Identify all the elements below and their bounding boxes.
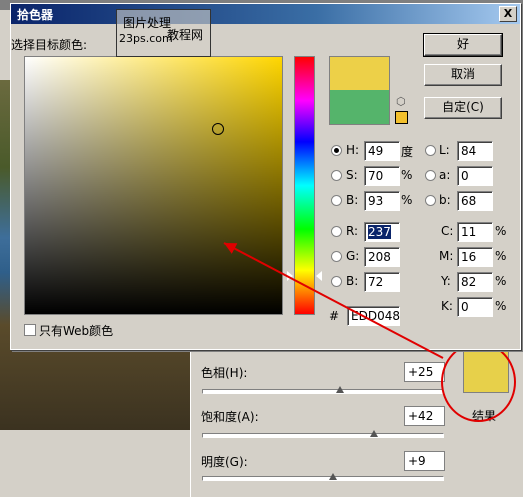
annotation-arrow xyxy=(223,242,444,359)
